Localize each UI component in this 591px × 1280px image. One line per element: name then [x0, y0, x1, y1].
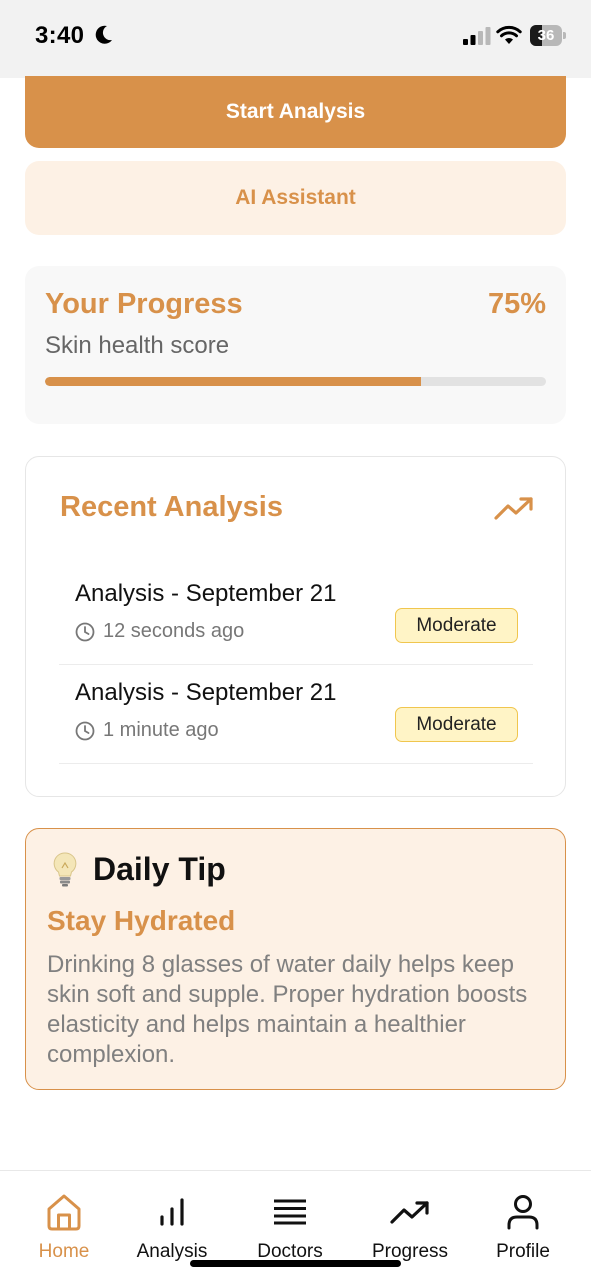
progress-card: Your Progress 75% Skin health score	[25, 266, 566, 424]
tab-label: Home	[38, 1241, 90, 1262]
list-icon	[274, 1199, 306, 1225]
cellular-signal-icon	[463, 27, 491, 45]
severity-badge: Moderate	[395, 707, 518, 742]
analysis-item-title: Analysis - September 21	[75, 679, 337, 706]
person-icon	[507, 1195, 539, 1230]
tip-title: Stay Hydrated	[47, 905, 236, 936]
home-icon	[47, 1194, 81, 1231]
progress-percent: 75%	[487, 288, 546, 320]
recent-analysis-card: Recent Analysis Analysis - September 21 …	[25, 456, 566, 797]
home-indicator	[190, 1260, 401, 1267]
analysis-item-time: 12 seconds ago	[103, 620, 245, 642]
progress-subtitle: Skin health score	[45, 332, 230, 359]
progress-bar	[45, 377, 546, 386]
bar-chart-icon	[160, 1198, 184, 1226]
ai-assistant-button[interactable]: AI Assistant	[25, 161, 566, 235]
clock-icon	[75, 622, 95, 642]
progress-bar-fill	[45, 377, 421, 386]
analysis-list-item[interactable]: Analysis - September 21 1 minute ago Mod…	[59, 665, 533, 764]
analysis-item-time: 1 minute ago	[103, 719, 219, 741]
tab-profile[interactable]: Profile	[468, 1171, 578, 1271]
trending-up-icon	[390, 1201, 429, 1224]
tip-body: Drinking 8 glasses of water daily helps …	[47, 951, 528, 1068]
lightbulb-icon	[53, 852, 77, 887]
moon-icon	[95, 25, 112, 44]
tab-label: Profile	[496, 1241, 550, 1262]
analysis-list-item[interactable]: Analysis - September 21 12 seconds ago M…	[59, 566, 533, 665]
battery-icon: 36	[530, 25, 566, 46]
recent-analysis-title: Recent Analysis	[60, 491, 283, 523]
tab-doctors[interactable]: Doctors	[235, 1171, 345, 1271]
daily-tip-card: Daily Tip Stay Hydrated Drinking 8 glass…	[25, 828, 566, 1090]
tab-progress[interactable]: Progress	[355, 1171, 465, 1271]
status-bar: 3:40 36	[0, 0, 591, 78]
clock-icon	[75, 721, 95, 741]
tab-home[interactable]: Home	[9, 1171, 119, 1271]
battery-level: 36	[537, 27, 555, 44]
tab-analysis[interactable]: Analysis	[117, 1171, 227, 1271]
start-analysis-button[interactable]: Start Analysis	[25, 76, 566, 148]
daily-tip-heading: Daily Tip	[93, 851, 226, 887]
trending-up-icon[interactable]	[494, 495, 534, 521]
wifi-icon	[496, 25, 522, 44]
severity-badge: Moderate	[395, 608, 518, 643]
analysis-item-title: Analysis - September 21	[75, 580, 337, 607]
status-time: 3:40	[35, 22, 85, 49]
progress-title: Your Progress	[45, 288, 243, 320]
